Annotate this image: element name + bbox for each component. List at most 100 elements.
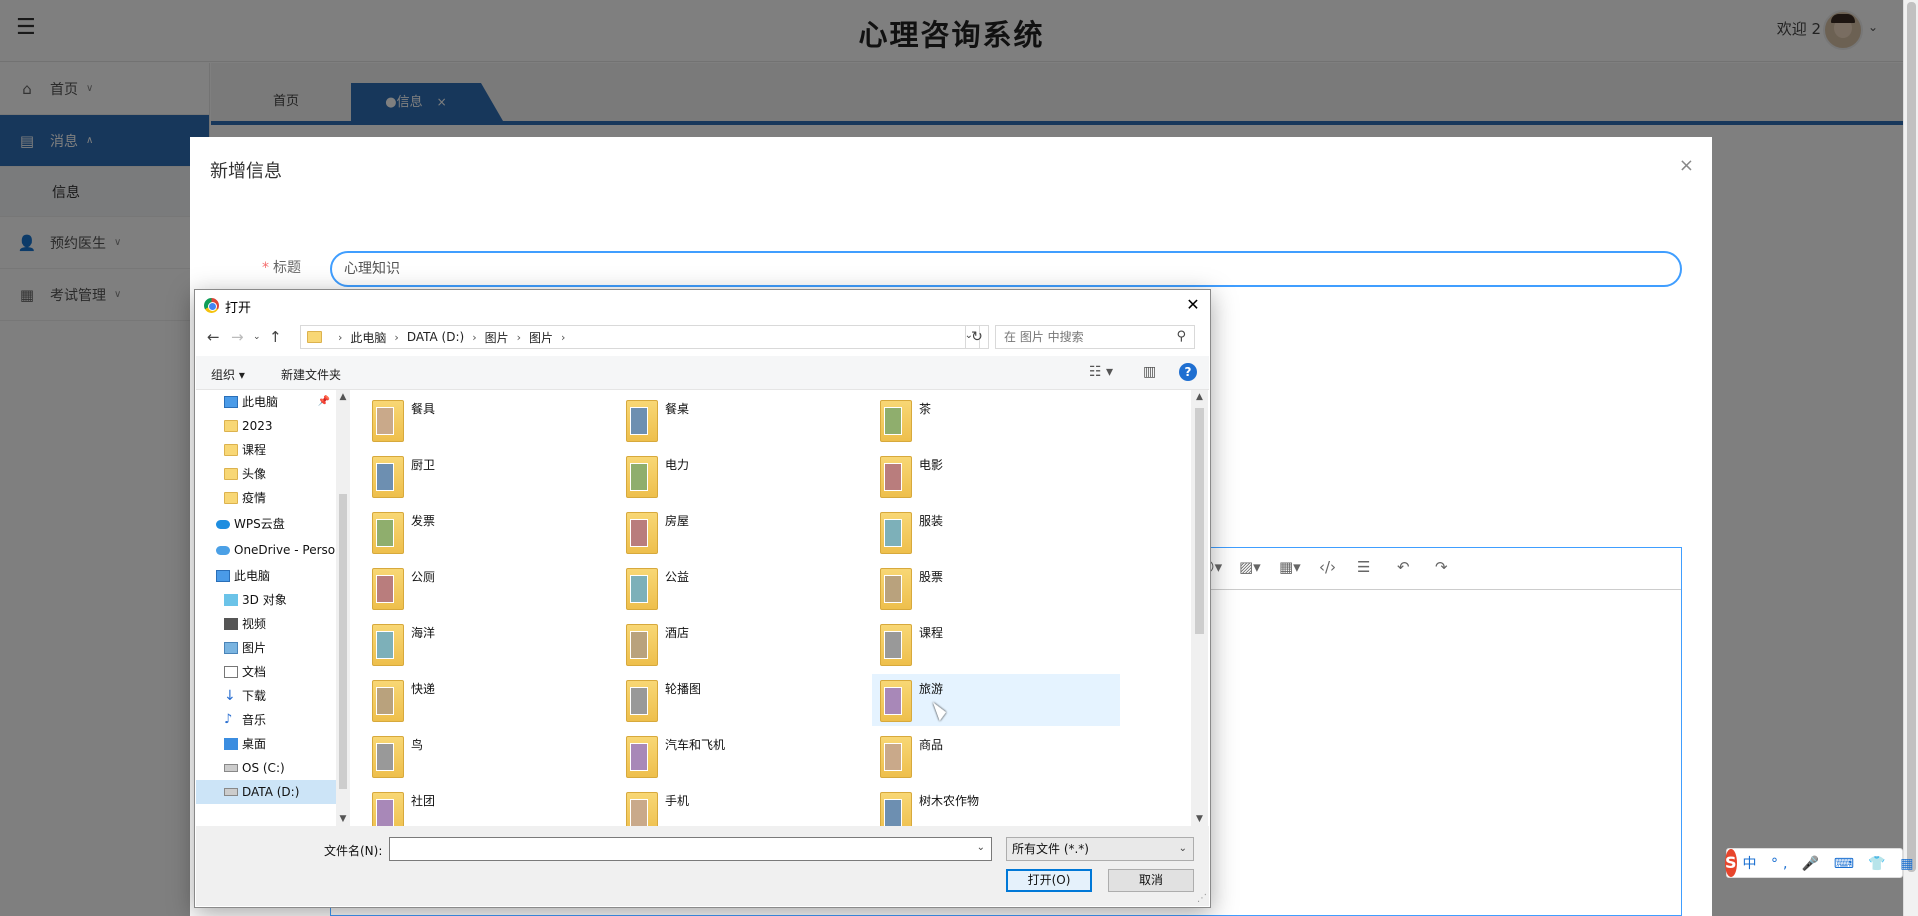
folder-item[interactable]: 餐桌	[618, 394, 866, 446]
ime-toolbar[interactable]: S 中 °, 🎤 ⌨ 👕 ▦	[1725, 848, 1914, 878]
filetype-value: 所有文件 (*.*)	[1012, 842, 1089, 856]
thumbnail-image	[630, 799, 648, 826]
folder-item[interactable]: 公益	[618, 562, 866, 614]
folder-item[interactable]: 发票	[364, 506, 612, 558]
folder-item[interactable]: 课程	[872, 618, 1120, 670]
dialog-titlebar[interactable]: 打开 ✕	[195, 290, 1210, 320]
tree-item[interactable]: 图片	[196, 636, 336, 660]
breadcrumb-item[interactable]: 图片	[529, 329, 553, 346]
thumbnail-image	[376, 631, 394, 659]
chevron-down-icon[interactable]: ⌄	[977, 842, 985, 853]
folder-item[interactable]: 商品	[872, 730, 1120, 782]
close-icon[interactable]: ×	[1679, 155, 1694, 176]
scroll-up-icon[interactable]: ▲	[1191, 392, 1208, 402]
up-arrow-icon[interactable]: ↑	[269, 328, 282, 346]
folder-item[interactable]: 电力	[618, 450, 866, 502]
organize-button[interactable]: 组织 ▾	[211, 366, 245, 383]
tree-scrollbar[interactable]: ▲ ▼	[336, 390, 350, 826]
tree-item[interactable]: 课程	[196, 438, 336, 462]
view-options-icon[interactable]: ☷ ▾	[1089, 364, 1113, 380]
address-bar[interactable]: › 此电脑 › DATA (D:) › 图片 › 图片 › ⌄	[300, 325, 980, 349]
folder-item[interactable]: 汽车和飞机	[618, 730, 866, 782]
close-icon[interactable]: ✕	[1176, 290, 1210, 320]
undo-icon[interactable]: ↶	[1397, 558, 1410, 576]
scroll-down-icon[interactable]: ▼	[336, 814, 350, 824]
back-arrow-icon[interactable]: ←	[207, 328, 220, 346]
scroll-down-icon[interactable]: ▼	[1191, 814, 1208, 824]
scrollbar-thumb[interactable]	[1195, 408, 1204, 634]
folder-icon	[224, 444, 238, 456]
open-button[interactable]: 打开(O)	[1006, 869, 1092, 892]
folder-name: 汽车和飞机	[665, 738, 726, 752]
tree-item[interactable]: 3D 对象	[196, 588, 336, 612]
tree-item[interactable]: WPS云盘	[196, 512, 336, 536]
title-input[interactable]: 心理知识	[330, 251, 1682, 287]
scrollbar-thumb[interactable]	[339, 494, 347, 789]
filetype-select[interactable]: 所有文件 (*.*) ⌄	[1006, 837, 1194, 861]
breadcrumb-item[interactable]: DATA (D:)	[407, 330, 464, 344]
filename-input[interactable]: ⌄	[389, 837, 992, 861]
tree-item-label: 图片	[242, 641, 267, 655]
resize-grip-icon[interactable]: ⋰	[1197, 893, 1207, 904]
tree-item[interactable]: 桌面	[196, 732, 336, 756]
tree-item[interactable]: ↓ 下载	[196, 684, 336, 708]
folder-item[interactable]: 手机	[618, 786, 866, 826]
tree-item-label: 2023	[242, 419, 273, 433]
preview-pane-icon[interactable]: ▥	[1143, 364, 1156, 380]
folder-icon	[372, 456, 404, 498]
tree-item[interactable]: 疫情	[196, 486, 336, 510]
new-folder-button[interactable]: 新建文件夹	[281, 366, 341, 383]
folder-item[interactable]: 社团	[364, 786, 612, 826]
tree-item[interactable]: 此电脑	[196, 564, 336, 588]
ime-status-icons[interactable]: 中 °, 🎤 ⌨ 👕 ▦	[1743, 853, 1918, 873]
folder-icon	[626, 792, 658, 826]
code-icon[interactable]: ‹/›	[1319, 558, 1336, 576]
page-scrollbar[interactable]	[1903, 0, 1918, 916]
tree-item[interactable]: ♪ 音乐	[196, 708, 336, 732]
breadcrumb-item[interactable]: 此电脑	[350, 329, 386, 346]
folder-item[interactable]: 轮播图	[618, 674, 866, 726]
folder-item[interactable]: 酒店	[618, 618, 866, 670]
tree-item[interactable]: 2023	[196, 414, 336, 438]
folder-item[interactable]: 服装	[872, 506, 1120, 558]
tree-item[interactable]: 文档	[196, 660, 336, 684]
folder-item[interactable]: 厨卫	[364, 450, 612, 502]
tree-item-label: 文档	[242, 665, 267, 679]
cancel-button[interactable]: 取消	[1108, 869, 1194, 892]
folder-item[interactable]: 股票	[872, 562, 1120, 614]
folder-item[interactable]: 公厕	[364, 562, 612, 614]
forward-arrow-icon[interactable]: →	[231, 328, 244, 346]
tree-item[interactable]: 视频	[196, 612, 336, 636]
tree-item[interactable]: OS (C:)	[196, 756, 336, 780]
folder-icon	[880, 736, 912, 778]
help-icon[interactable]: ?	[1179, 363, 1197, 381]
redo-icon[interactable]: ↷	[1435, 558, 1448, 576]
recent-dropdown-icon[interactable]: ⌄	[253, 332, 261, 342]
breadcrumb-item[interactable]: 图片	[485, 329, 509, 346]
folder-item[interactable]: 旅游	[872, 674, 1120, 726]
files-scrollbar[interactable]: ▲ ▼	[1191, 390, 1208, 826]
folder-icon	[626, 680, 658, 722]
tree-item[interactable]: 此电脑 📌	[196, 390, 336, 414]
refresh-icon[interactable]: ↻	[965, 325, 989, 349]
tree-item[interactable]: 头像	[196, 462, 336, 486]
folder-item[interactable]: 海洋	[364, 618, 612, 670]
tree-item-label: OS (C:)	[242, 761, 285, 775]
folder-item[interactable]: 电影	[872, 450, 1120, 502]
image-icon[interactable]: ▨▾	[1239, 558, 1261, 576]
tree-item[interactable]: OneDrive - Perso	[196, 538, 336, 562]
folder-item[interactable]: 树木农作物	[872, 786, 1120, 826]
folder-item[interactable]: 快递	[364, 674, 612, 726]
tree-item[interactable]: DATA (D:)	[196, 780, 336, 804]
folder-name: 厨卫	[411, 458, 436, 472]
table-icon[interactable]: ▦▾	[1279, 558, 1301, 576]
divider-icon[interactable]: ☰	[1357, 558, 1370, 576]
search-input[interactable]: 在 图片 中搜索 ⚲	[995, 325, 1195, 349]
scroll-up-icon[interactable]: ▲	[336, 392, 350, 402]
folder-item[interactable]: 餐具	[364, 394, 612, 446]
folder-item[interactable]: 房屋	[618, 506, 866, 558]
sogou-logo-icon[interactable]: S	[1725, 849, 1737, 877]
folder-name: 电力	[665, 458, 690, 472]
folder-item[interactable]: 鸟	[364, 730, 612, 782]
folder-item[interactable]: 茶	[872, 394, 1120, 446]
